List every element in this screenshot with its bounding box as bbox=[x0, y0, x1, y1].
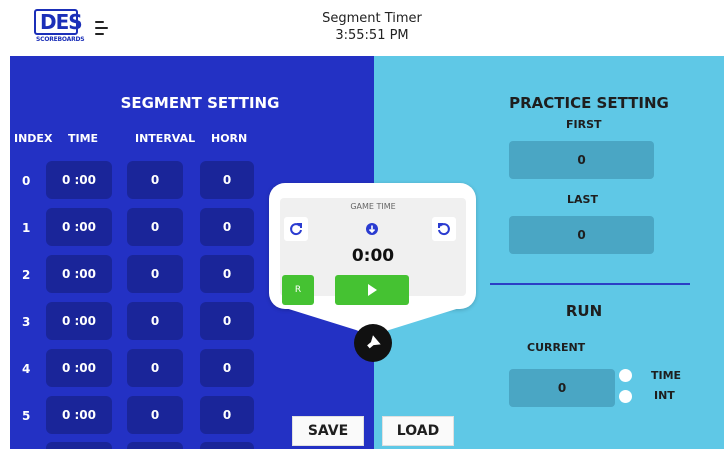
rotate-cw-icon bbox=[290, 223, 302, 236]
column-header-horn: HORN bbox=[211, 132, 248, 145]
arrow-down-circle-icon bbox=[366, 223, 378, 235]
undo-button[interactable] bbox=[432, 217, 456, 241]
save-button[interactable]: SAVE bbox=[292, 416, 364, 446]
reset-button[interactable]: R bbox=[282, 275, 314, 305]
rotate-ccw-icon bbox=[438, 223, 450, 236]
segment-horn-field[interactable]: 0 bbox=[200, 161, 254, 199]
segment-horn-field[interactable]: 0 bbox=[200, 255, 254, 293]
segment-horn-field[interactable] bbox=[200, 442, 254, 449]
segment-horn-field[interactable]: 0 bbox=[200, 349, 254, 387]
redo-button[interactable] bbox=[284, 217, 308, 241]
practice-setting-title: PRACTICE SETTING bbox=[509, 94, 669, 112]
segment-time-field[interactable]: 0 :00 bbox=[46, 255, 112, 293]
des-logo: DES SCOREBOARDS bbox=[34, 9, 85, 45]
page-title: Segment Timer bbox=[322, 11, 422, 26]
column-header-time: TIME bbox=[68, 132, 99, 145]
segment-time-field[interactable]: 0 :00 bbox=[46, 349, 112, 387]
horn-button[interactable] bbox=[354, 324, 392, 362]
adjust-time-button[interactable] bbox=[360, 217, 384, 241]
row-index: 1 bbox=[22, 221, 31, 235]
segment-interval-field[interactable]: 0 bbox=[127, 255, 183, 293]
column-header-index: INDEX bbox=[14, 132, 53, 145]
segment-interval-field[interactable]: 0 bbox=[127, 161, 183, 199]
last-field[interactable]: 0 bbox=[509, 216, 654, 254]
segment-time-field[interactable]: 0 :00 bbox=[46, 208, 112, 246]
menu-icon-line bbox=[95, 33, 104, 35]
play-button[interactable] bbox=[335, 275, 409, 305]
current-label: CURRENT bbox=[527, 341, 586, 354]
row-index: 5 bbox=[22, 409, 31, 423]
game-time-label: GAME TIME bbox=[350, 202, 396, 211]
int-radio[interactable] bbox=[619, 390, 632, 403]
first-field[interactable]: 0 bbox=[509, 141, 654, 179]
logo-box: DES bbox=[34, 9, 83, 35]
row-index: 0 bbox=[22, 174, 31, 188]
time-radio-label: TIME bbox=[651, 369, 682, 382]
play-icon bbox=[368, 284, 377, 296]
segment-horn-field[interactable]: 0 bbox=[200, 396, 254, 434]
segment-interval-field[interactable]: 0 bbox=[127, 396, 183, 434]
segment-interval-field[interactable] bbox=[127, 442, 183, 449]
logo-text: DES bbox=[40, 10, 83, 34]
row-index: 4 bbox=[22, 362, 31, 376]
current-field[interactable]: 0 bbox=[509, 369, 615, 407]
game-time-display: 0:00 bbox=[351, 246, 395, 266]
section-divider bbox=[490, 283, 690, 285]
segment-time-field[interactable]: 0 :00 bbox=[46, 302, 112, 340]
header-bar: DES SCOREBOARDS Segment Timer 3:55:51 PM bbox=[0, 0, 724, 56]
megaphone-icon bbox=[367, 335, 381, 349]
segment-horn-field[interactable]: 0 bbox=[200, 302, 254, 340]
segment-time-field[interactable]: 0 :00 bbox=[46, 396, 112, 434]
menu-icon[interactable] bbox=[95, 20, 111, 36]
column-header-interval: INTERVAL bbox=[135, 132, 196, 145]
menu-icon-line bbox=[95, 21, 104, 23]
segment-setting-title: SEGMENT SETTING bbox=[120, 94, 280, 112]
segment-time-field[interactable] bbox=[46, 442, 112, 449]
segment-interval-field[interactable]: 0 bbox=[127, 208, 183, 246]
load-button[interactable]: LOAD bbox=[382, 416, 454, 446]
page-title-block: Segment Timer 3:55:51 PM bbox=[262, 10, 482, 44]
segment-interval-field[interactable]: 0 bbox=[127, 302, 183, 340]
time-radio[interactable] bbox=[619, 369, 632, 382]
last-label: LAST bbox=[567, 193, 598, 206]
row-index: 3 bbox=[22, 315, 31, 329]
logo-subtext: SCOREBOARDS bbox=[36, 36, 85, 43]
int-radio-label: INT bbox=[654, 389, 675, 402]
first-label: FIRST bbox=[566, 118, 602, 131]
menu-icon-line bbox=[95, 27, 108, 29]
run-title: RUN bbox=[565, 302, 603, 320]
segment-interval-field[interactable]: 0 bbox=[127, 349, 183, 387]
clock-text: 3:55:51 PM bbox=[335, 28, 409, 43]
segment-time-field[interactable]: 0 :00 bbox=[46, 161, 112, 199]
row-index: 2 bbox=[22, 268, 31, 282]
segment-horn-field[interactable]: 0 bbox=[200, 208, 254, 246]
